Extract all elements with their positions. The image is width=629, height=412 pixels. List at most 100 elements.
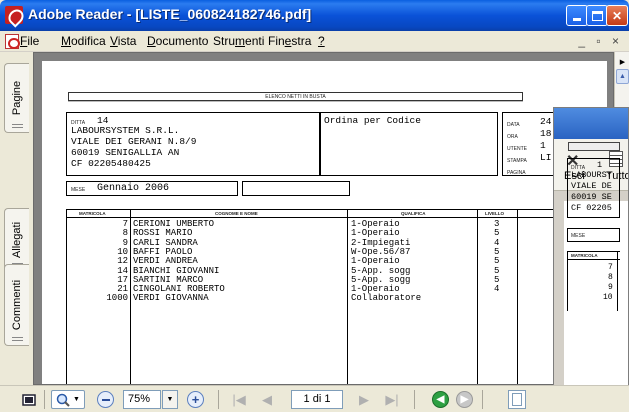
cell-nome: ROSSI MARIO [133, 228, 193, 239]
secondary-company-box: DITTA 1 LABOURSY VIALE DE 60019 SE CF 02… [567, 158, 620, 218]
menu-item-5[interactable]: Finestra [268, 34, 311, 48]
col-header-nome: COGNOME E NOME [215, 211, 258, 216]
table-row: 12 VERDI ANDREA 1-Operaio 5 [67, 257, 608, 266]
single-page-view-button[interactable] [508, 390, 526, 409]
pagina-label: PAGINA [507, 170, 526, 176]
company-city: 60019 SENIGALLIA AN [71, 147, 180, 158]
sort-order: Ordina per Codice [324, 115, 421, 126]
first-page-button[interactable]: |◀ [230, 390, 248, 409]
cell-livello: 5 [494, 256, 500, 267]
company-address: VIALE DEI GERANI N.8/9 [71, 136, 197, 147]
secondary-window[interactable]: ✕ Esci Tutto DITTA 1 LABOURSY VIALE DE 6… [553, 107, 629, 386]
tab-allegati[interactable]: Allegati [4, 208, 29, 272]
pdf-document-icon[interactable] [5, 34, 20, 49]
tab-pagine-label: Pagine [11, 80, 23, 116]
previous-page-icon: ◀ [262, 391, 272, 407]
secondary-report-header [568, 142, 620, 151]
minus-icon [101, 398, 110, 401]
title-bar[interactable]: Adobe Reader - [LISTE_060824182746.pdf] … [0, 0, 629, 31]
menu-item-2[interactable]: Vista [110, 34, 136, 48]
company-fiscal-code: CF 02205480425 [71, 158, 151, 169]
maximize-button[interactable] [586, 5, 608, 26]
scroll-up-arrow-icon[interactable]: ▲ [616, 69, 629, 84]
cell-qualifica: 1-Operaio [351, 228, 400, 239]
tab-commenti-label: Commenti [11, 279, 23, 331]
minimize-icon [573, 18, 581, 21]
data-value: 24 [540, 116, 552, 127]
back-arrow-icon: ◀ [436, 394, 445, 405]
cell-livello: 4 [494, 284, 500, 295]
tab-grip-icon [12, 337, 23, 341]
page-number-input[interactable]: 1 di 1 [291, 390, 343, 409]
previous-page-button[interactable]: ◀ [258, 390, 276, 409]
document-window-controls[interactable]: _ ▫ × [578, 34, 623, 48]
navigation-panel: Pagine Allegati Commenti [0, 52, 33, 385]
maximize-icon [591, 10, 603, 21]
last-page-icon: ▶| [385, 391, 399, 407]
cell-matricola: 8 [122, 228, 128, 239]
secondary-title-bar[interactable] [554, 108, 628, 139]
last-page-button[interactable]: ▶| [383, 390, 401, 409]
cell-qualifica: Collaboratore [351, 293, 422, 304]
scroll-right-arrow-icon[interactable]: ▶ [616, 54, 629, 69]
month-box: MESE Gennaio 2006 [66, 181, 238, 196]
report-title: ELENCO NETTI IN BUSTA [265, 94, 326, 100]
utente-label: UTENTE [507, 146, 527, 152]
panel-toggle-button[interactable] [20, 390, 38, 409]
menu-bar: File Modifica Vista Documento Strumenti Fines… [0, 31, 629, 52]
secondary-matricola: 9 [608, 283, 613, 292]
secondary-matricola: 7 [608, 263, 613, 272]
magnifier-icon [56, 393, 70, 407]
menu-item-0[interactable]: File [20, 34, 39, 48]
secondary-month-box: MESE [567, 228, 620, 242]
next-page-button[interactable]: ▶ [355, 390, 373, 409]
company-name: LABOURSYSTEM S.R.L. [71, 125, 180, 136]
secondary-matricola: 10 [603, 293, 613, 302]
col-header-qualifica: QUALIFICA [401, 211, 426, 216]
chevron-down-icon: ▼ [73, 396, 80, 403]
secondary-company-line: 60019 SE [571, 192, 612, 202]
col-header-livello: LIVELLO [485, 211, 504, 216]
page-layout-icon [22, 393, 36, 406]
chevron-down-icon: ▼ [166, 396, 174, 403]
sort-box: Ordina per Codice [320, 112, 498, 176]
month-extra-box [242, 181, 350, 196]
cell-livello: 5 [494, 228, 500, 239]
menu-item-6[interactable]: ? [318, 34, 325, 48]
secondary-header-divider [568, 259, 620, 260]
go-back-button[interactable]: ◀ [432, 391, 449, 408]
go-forward-button[interactable]: ▶ [456, 391, 473, 408]
next-page-icon: ▶ [359, 391, 369, 407]
cell-nome: VERDI ANDREA [133, 256, 198, 267]
data-label: DATA [507, 122, 520, 128]
tab-pagine[interactable]: Pagine [4, 63, 29, 133]
menu-item-1[interactable]: Modifica [61, 34, 106, 48]
minimize-button[interactable] [566, 5, 588, 26]
tab-allegati-label: Allegati [11, 221, 23, 259]
close-button[interactable]: ✕ [606, 5, 628, 26]
zoom-tool-button[interactable]: ▼ [51, 390, 85, 409]
document-viewport[interactable]: ELENCO NETTI IN BUSTA DITTA 14 LABOURSYS… [33, 52, 614, 385]
cell-nome: VERDI GIOVANNA [133, 293, 209, 304]
zoom-level-input[interactable]: 75% [123, 390, 161, 409]
zoom-in-button[interactable]: + [187, 391, 204, 408]
first-page-icon: |◀ [232, 391, 246, 407]
plus-icon: + [191, 392, 200, 407]
menu-item-3[interactable]: Documento [147, 34, 208, 48]
tab-grip-icon [12, 124, 23, 128]
cell-matricola: 1000 [106, 293, 128, 304]
zoom-out-button[interactable] [97, 391, 114, 408]
pdf-page: ELENCO NETTI IN BUSTA DITTA 14 LABOURSYS… [42, 61, 608, 384]
zoom-dropdown[interactable]: ▼ [162, 390, 178, 409]
secondary-table: MATRICOLA 7 8 9 10 [567, 251, 620, 311]
menu-item-4[interactable]: Strumenti [213, 34, 264, 48]
secondary-company-line: LABOURSY [571, 170, 612, 180]
forward-arrow-icon: ▶ [460, 394, 469, 405]
close-icon: ✕ [611, 8, 623, 23]
report-header: ELENCO NETTI IN BUSTA [68, 92, 523, 101]
tab-commenti[interactable]: Commenti [4, 264, 29, 346]
employee-table: MATRICOLA COGNOME E NOME QUALIFICA LIVEL… [66, 209, 608, 384]
stampa-value: LI [540, 152, 552, 163]
cell-matricola: 12 [117, 256, 128, 267]
cell-qualifica: 1-Operaio [351, 256, 400, 267]
